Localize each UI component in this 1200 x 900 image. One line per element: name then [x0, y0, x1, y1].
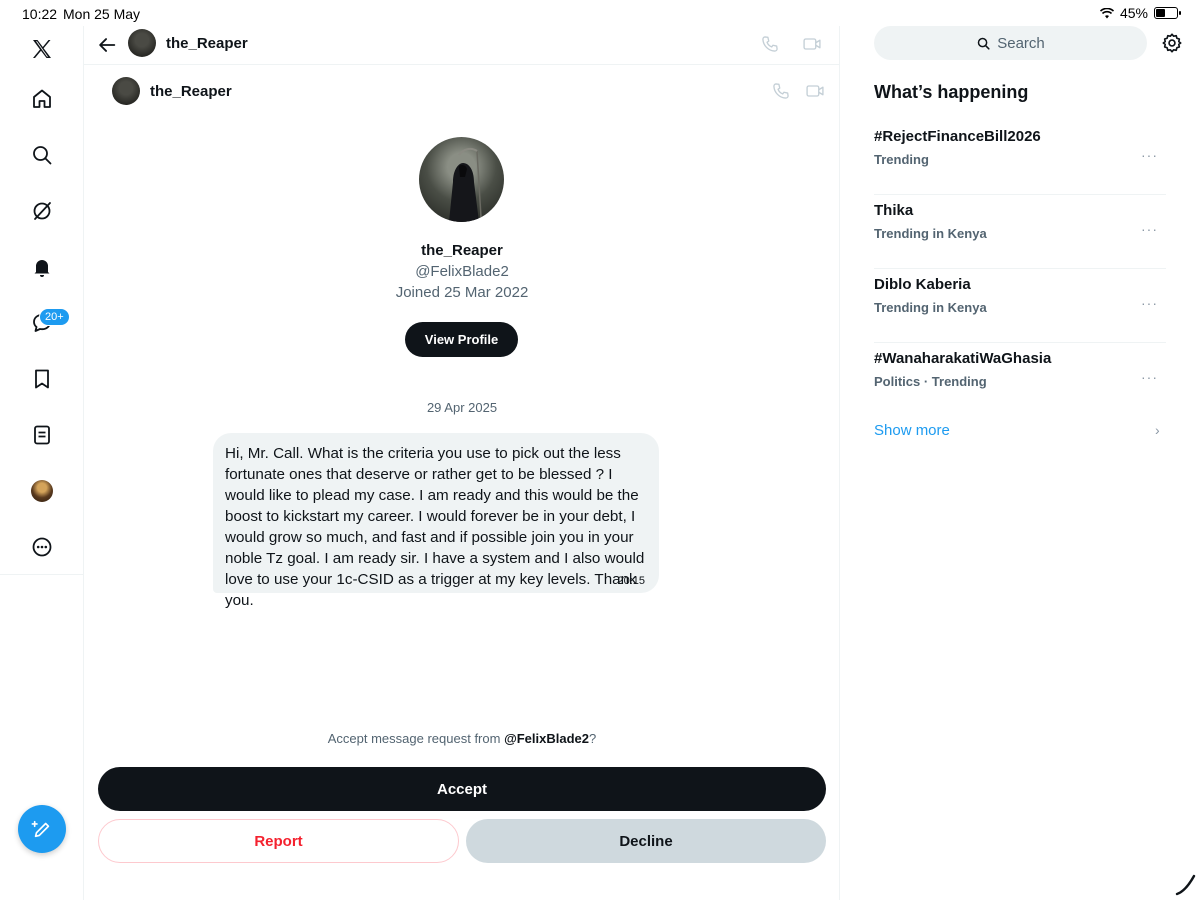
- profile-avatar-image: [31, 480, 53, 502]
- header-name[interactable]: the_Reaper: [166, 35, 248, 52]
- message-request-prompt: Accept message request from @FelixBlade2…: [84, 731, 840, 746]
- voice-call-icon[interactable]: [760, 34, 780, 54]
- grok-icon[interactable]: [29, 198, 55, 224]
- trend-context: Trending in Kenya: [874, 226, 987, 241]
- settings-gear-icon[interactable]: [1161, 32, 1183, 54]
- status-time: 10:22: [22, 6, 58, 22]
- reaper-image: [449, 147, 482, 222]
- video-call-icon[interactable]: [804, 81, 826, 101]
- compose-button[interactable]: [18, 805, 66, 853]
- profile-handle: @FelixBlade2: [415, 263, 509, 280]
- home-icon[interactable]: [29, 86, 55, 112]
- header-avatar[interactable]: [128, 29, 156, 57]
- request-suffix: ?: [589, 731, 597, 746]
- report-button[interactable]: Report: [98, 819, 459, 863]
- status-date: Mon 25 May: [63, 6, 141, 22]
- voice-call-icon[interactable]: [771, 81, 791, 101]
- profile-joined: Joined 25 Mar 2022: [395, 284, 529, 301]
- trend-more-icon[interactable]: ···: [1141, 295, 1158, 311]
- more-icon[interactable]: [29, 534, 55, 560]
- search-icon[interactable]: [29, 142, 55, 168]
- message-date-separator: 29 Apr 2025: [426, 400, 498, 415]
- conversation-pane: the_Reaper the_Reaper the_Reaper @FelixB…: [84, 26, 840, 900]
- message-time: 20:15: [617, 575, 645, 587]
- trend-name: Diblo Kaberia: [874, 276, 971, 293]
- chevron-right-icon[interactable]: ›: [1155, 422, 1160, 438]
- wifi-icon: [1099, 7, 1114, 18]
- lists-icon[interactable]: [29, 422, 55, 448]
- conversation-subheader: the_Reaper: [84, 66, 840, 116]
- left-nav: 20+: [0, 26, 84, 575]
- pencil-icon: [1175, 874, 1196, 896]
- view-profile-button[interactable]: View Profile: [405, 322, 518, 357]
- messages-badge: 20+: [39, 308, 70, 326]
- trend-more-icon[interactable]: ···: [1141, 369, 1158, 385]
- search-icon: [977, 37, 990, 50]
- message-text: Hi, Mr. Call. What is the criteria you u…: [225, 445, 645, 609]
- trend-item[interactable]: #RejectFinanceBill2026 Trending ···: [874, 121, 1166, 195]
- bookmarks-icon[interactable]: [29, 366, 55, 392]
- trend-context: Trending: [874, 152, 929, 167]
- trend-more-icon[interactable]: ···: [1141, 221, 1158, 237]
- x-logo-icon[interactable]: [29, 36, 55, 62]
- whats-happening-title: What’s happening: [874, 82, 1029, 102]
- right-sidebar: Search What’s happening #RejectFinanceBi…: [841, 26, 1200, 900]
- message-bubble[interactable]: Hi, Mr. Call. What is the criteria you u…: [213, 433, 659, 609]
- request-prefix: Accept message request from: [327, 731, 505, 746]
- trend-item[interactable]: Diblo Kaberia Trending in Kenya ···: [874, 269, 1166, 343]
- compose-icon: [31, 820, 50, 838]
- profile-avatar[interactable]: [29, 478, 55, 504]
- accept-button[interactable]: Accept: [98, 767, 826, 811]
- battery-percent: 45%: [1119, 5, 1148, 21]
- battery-fill: [1156, 9, 1165, 17]
- trend-item[interactable]: Thika Trending in Kenya ···: [874, 195, 1166, 269]
- battery-icon: [1154, 7, 1181, 19]
- trend-context: Politics · Trending: [874, 374, 987, 389]
- trend-name: #WanaharakatiWaGhasia: [874, 350, 1052, 367]
- status-bar: 10:22 Mon 25 May 45%: [0, 0, 1200, 26]
- trend-context: Trending in Kenya: [874, 300, 987, 315]
- video-call-icon[interactable]: [801, 34, 823, 54]
- subheader-name[interactable]: the_Reaper: [150, 83, 232, 100]
- conversation-header: the_Reaper: [84, 26, 840, 65]
- show-more-link[interactable]: Show more: [874, 422, 950, 439]
- trend-name: Thika: [874, 202, 914, 219]
- profile-name: the_Reaper: [421, 242, 503, 259]
- trend-more-icon[interactable]: ···: [1141, 147, 1158, 163]
- conversation-profile-avatar[interactable]: [419, 137, 504, 222]
- request-handle: @FelixBlade2: [504, 731, 589, 746]
- decline-button[interactable]: Decline: [466, 819, 826, 863]
- back-arrow-icon[interactable]: [96, 34, 118, 56]
- search-input[interactable]: Search: [874, 26, 1147, 60]
- trend-name: #RejectFinanceBill2026: [874, 128, 1041, 145]
- status-right: 45%: [1099, 5, 1181, 21]
- notifications-icon[interactable]: [29, 254, 55, 280]
- search-placeholder: Search: [997, 34, 1045, 52]
- subheader-avatar[interactable]: [112, 77, 140, 105]
- trend-item[interactable]: #WanaharakatiWaGhasia Politics · Trendin…: [874, 343, 1166, 417]
